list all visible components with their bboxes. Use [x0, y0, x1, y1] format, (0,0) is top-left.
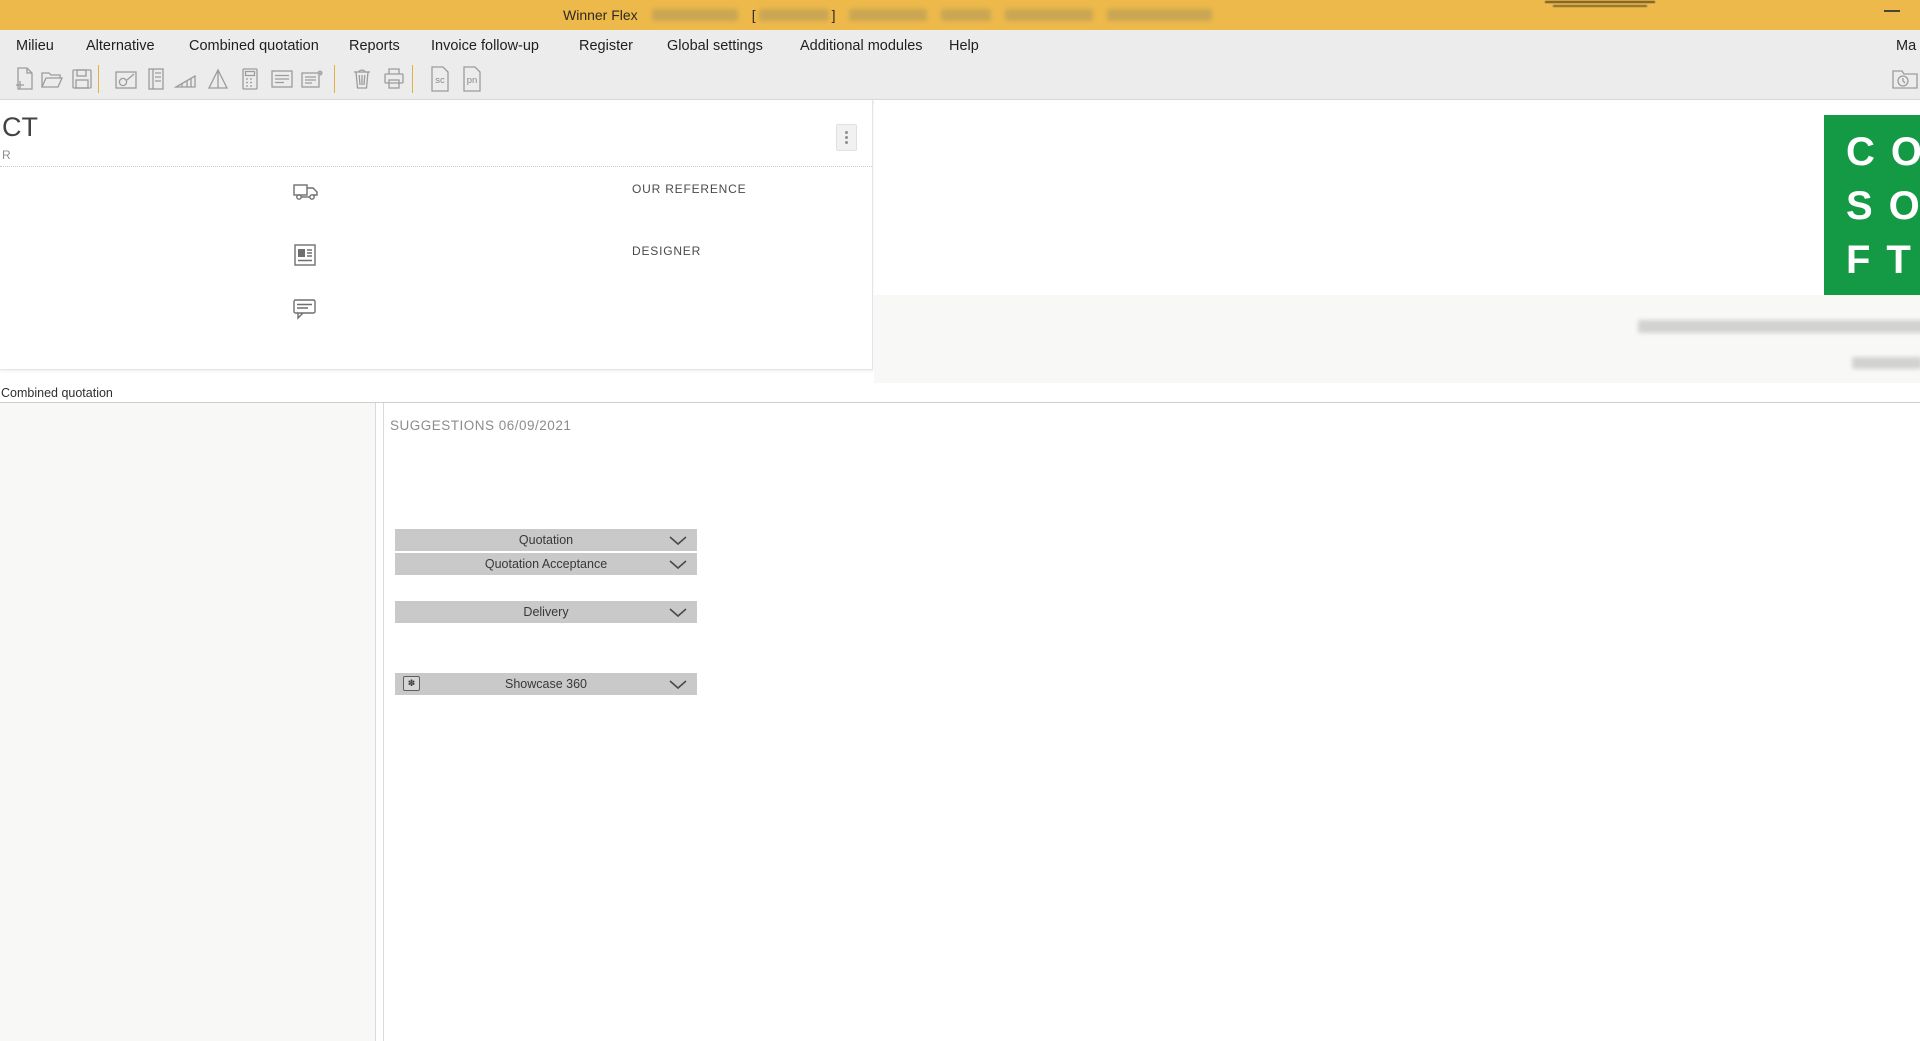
card-options-button[interactable]: [836, 124, 857, 151]
bracket-close: ]: [831, 7, 836, 23]
chevron-down-icon[interactable]: [669, 607, 687, 621]
printer-icon: [384, 68, 404, 89]
showcase-360-button-label: Showcase 360: [504, 677, 587, 691]
perspective-ramp-icon: [174, 74, 196, 88]
suggestions-header: SUGGESTIONS 06/09/2021: [390, 418, 572, 433]
menu-invoice-follow-up[interactable]: Invoice follow-up: [431, 30, 539, 61]
report-list-icon: [148, 68, 164, 90]
redacted-text: [758, 9, 829, 21]
menu-help[interactable]: Help: [949, 30, 979, 61]
showcase-360-button[interactable]: ✽ Showcase 360: [395, 673, 697, 695]
delivery-truck-icon: [293, 180, 319, 207]
customer-panel: [874, 100, 1920, 295]
new-document-icon: [16, 67, 33, 90]
redacted-text: [1107, 9, 1213, 21]
redacted-text: [941, 9, 992, 21]
lower-left-pane: [0, 403, 376, 1041]
redacted-text: [1545, 1, 1655, 3]
sc-label: sc: [435, 75, 445, 86]
logo-row: SO: [1846, 184, 1920, 228]
menu-alternative[interactable]: Alternative: [86, 30, 155, 61]
chevron-down-icon[interactable]: [669, 679, 687, 693]
toolbar: sc pn: [0, 61, 1920, 100]
project-card: CT R OUR REFERENCE DESIGNER: [0, 100, 873, 370]
redacted-text: [1005, 9, 1094, 21]
logo-row: FT: [1846, 238, 1920, 282]
prism-icon: [207, 68, 229, 89]
quotation-acceptance-button-label: Quotation Acceptance: [484, 557, 608, 571]
save-icon: [72, 69, 92, 89]
project-subtitle: R: [2, 148, 11, 162]
menu-additional-modules[interactable]: Additional modules: [800, 30, 923, 61]
open-folder-button[interactable]: [38, 65, 66, 93]
delivery-button[interactable]: Delivery: [395, 601, 697, 623]
project-title: CT: [2, 112, 38, 142]
our-reference-label: OUR REFERENCE: [632, 182, 747, 196]
redacted-address: [1638, 320, 1920, 333]
compusoft-logo: CO SO FT: [1824, 115, 1920, 295]
trash-icon: [354, 69, 370, 89]
dotted-divider: [0, 166, 872, 167]
report-list-button[interactable]: [142, 65, 170, 93]
toolbar-separator: [412, 65, 413, 93]
menu-reports[interactable]: Reports: [349, 30, 400, 61]
perspective-ramp-button[interactable]: [172, 65, 200, 93]
redacted-text: [1553, 5, 1647, 7]
new-document-button[interactable]: [10, 65, 38, 93]
delivery-button-label: Delivery: [523, 605, 569, 619]
lower-workspace: SUGGESTIONS 06/09/2021 Quotation Quotati…: [0, 403, 1920, 1041]
showcase-360-icon: ✽: [403, 676, 420, 691]
kebab-icon: [845, 131, 848, 134]
quotation-button-label: Quotation: [518, 533, 574, 547]
calculator-icon: [242, 68, 258, 90]
pane-divider: [383, 403, 384, 1041]
tab-combined-quotation[interactable]: Combined quotation: [1, 386, 113, 400]
calculator-button[interactable]: [236, 65, 264, 93]
save-button[interactable]: [68, 65, 96, 93]
menu-global-settings[interactable]: Global settings: [667, 30, 763, 61]
menu-right-text: Ma: [1896, 37, 1917, 54]
menu-bar: Milieu Alternative Combined quotation Re…: [0, 30, 1920, 61]
address-strip: [874, 295, 1920, 385]
redacted-text: [849, 9, 928, 21]
menu-register[interactable]: Register: [579, 30, 633, 61]
logo-row: CO: [1846, 130, 1920, 174]
redacted-text: [651, 9, 738, 21]
quotation-acceptance-button[interactable]: Quotation Acceptance: [395, 553, 697, 575]
recent-folder-icon: [1892, 70, 1918, 89]
menu-milieu[interactable]: Milieu: [16, 30, 54, 61]
designer-label: DESIGNER: [632, 244, 702, 258]
delete-button[interactable]: [348, 65, 376, 93]
print-button[interactable]: [380, 65, 408, 93]
menu-combined-quotation[interactable]: Combined quotation: [189, 30, 319, 61]
minimize-icon[interactable]: [1884, 10, 1900, 12]
quotation-button[interactable]: Quotation: [395, 529, 697, 551]
bracket-open: [: [751, 7, 756, 23]
redacted-address: [1852, 357, 1920, 369]
document-text-icon: [271, 70, 293, 88]
open-folder-icon: [40, 72, 64, 88]
chevron-down-icon[interactable]: [669, 535, 687, 549]
document-text-button[interactable]: [268, 65, 296, 93]
toolbar-separator: [98, 65, 99, 93]
pn-document-button[interactable]: pn: [458, 65, 486, 93]
recent-folder-button[interactable]: [1891, 65, 1919, 93]
title-bar: Winner Flex [ ]: [0, 0, 1920, 30]
photo-preview-button[interactable]: [112, 65, 140, 93]
toolbar-separator: [334, 65, 335, 93]
comment-icon: [293, 298, 317, 325]
photo-preview-icon: [115, 71, 137, 89]
app-title: Winner Flex: [563, 7, 638, 23]
title-license-group: [ ]: [752, 7, 836, 23]
pn-label: pn: [466, 75, 478, 86]
note-with-dot-button[interactable]: [298, 65, 326, 93]
sc-document-button[interactable]: sc: [426, 65, 454, 93]
chevron-down-icon[interactable]: [669, 559, 687, 573]
prism-button[interactable]: [204, 65, 232, 93]
tab-strip: Combined quotation: [0, 383, 1920, 403]
note-with-dot-icon: [301, 70, 323, 88]
designer-card-icon: [293, 243, 317, 272]
